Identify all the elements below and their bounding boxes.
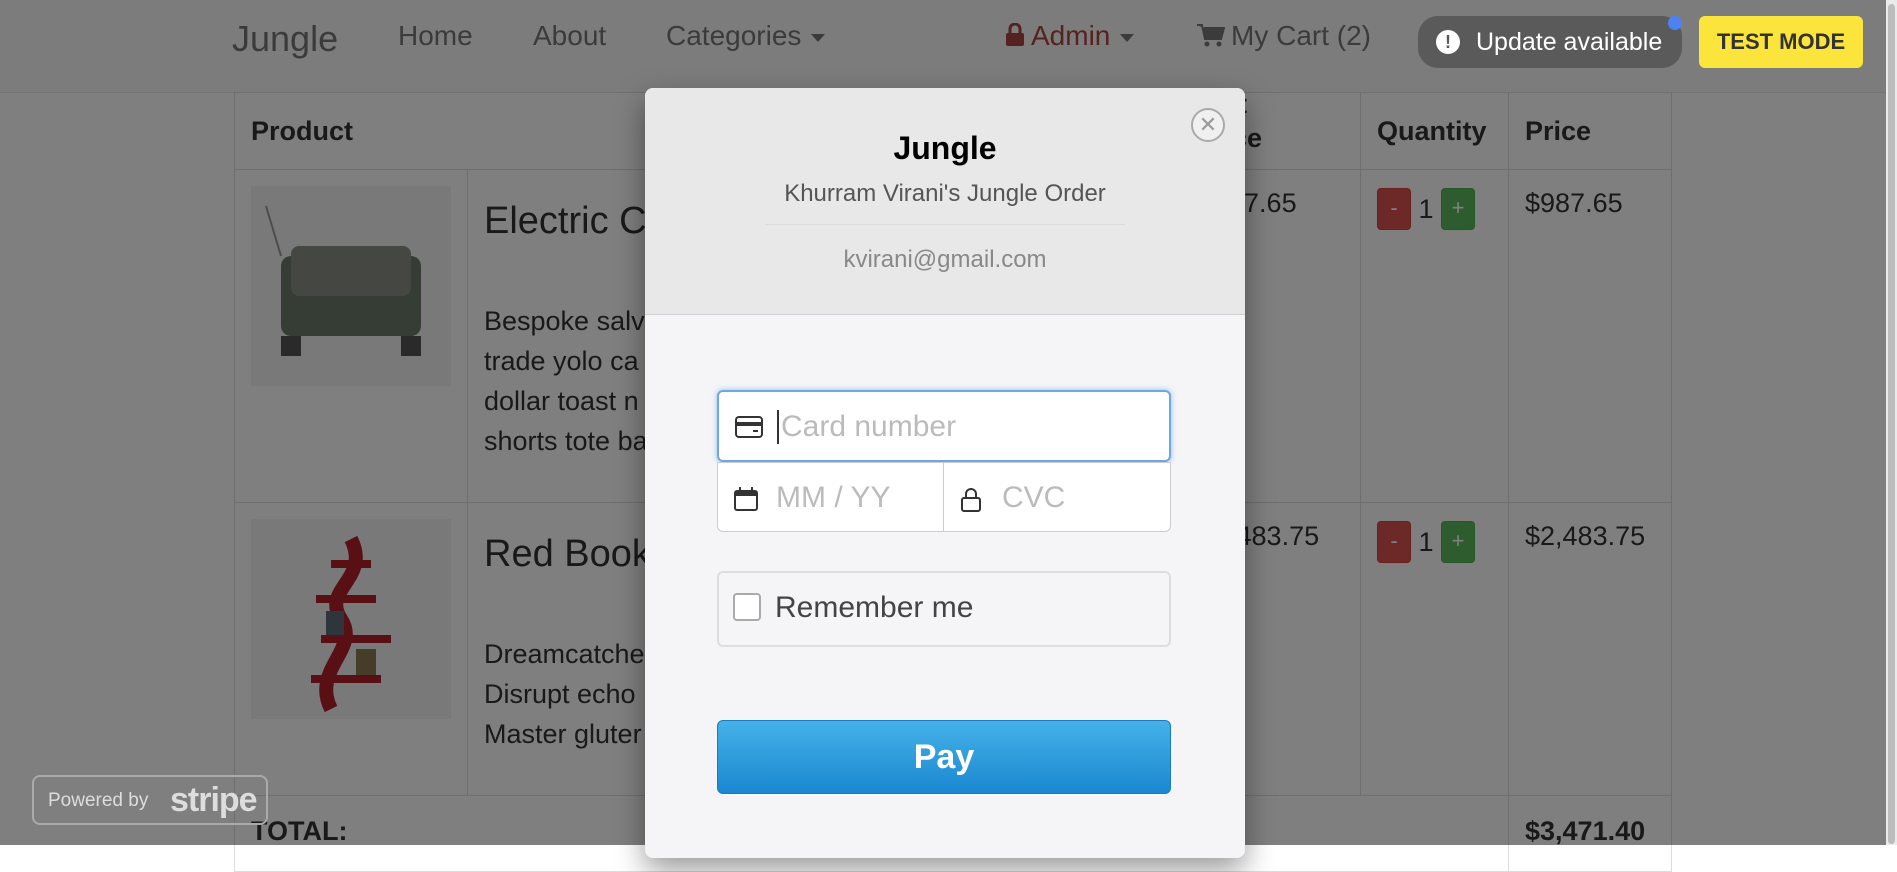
- update-available-button[interactable]: ! Update available: [1418, 16, 1682, 68]
- remember-me-option[interactable]: Remember me: [717, 571, 1171, 647]
- expiry-placeholder: MM / YY: [776, 481, 891, 514]
- stripe-logo: stripe: [170, 781, 258, 819]
- stripe-checkout-modal: ✕ Jungle Khurram Virani's Jungle Order k…: [645, 88, 1245, 858]
- powered-by-stripe-link[interactable]: Powered by stripe: [32, 775, 268, 825]
- checkout-header: ✕ Jungle Khurram Virani's Jungle Order k…: [645, 88, 1245, 315]
- test-mode-badge[interactable]: TEST MODE: [1699, 16, 1863, 68]
- card-number-placeholder: Card number: [777, 410, 956, 444]
- checkout-subtitle: Khurram Virani's Jungle Order: [784, 180, 1106, 207]
- page-scrollbar[interactable]: [1886, 0, 1897, 845]
- card-number-input[interactable]: Card number: [717, 390, 1171, 462]
- expiry-input[interactable]: MM / YY: [717, 462, 944, 532]
- update-available-label: Update available: [1476, 28, 1663, 56]
- checkout-title: Jungle: [893, 130, 997, 166]
- cvc-placeholder: CVC: [1002, 481, 1066, 514]
- remember-me-label: Remember me: [775, 591, 974, 624]
- credit-card-icon: [735, 416, 763, 438]
- remember-me-checkbox[interactable]: [733, 593, 761, 621]
- calendar-icon: [734, 487, 758, 511]
- pay-button[interactable]: Pay: [717, 720, 1171, 794]
- notification-dot: [1668, 16, 1682, 30]
- header-divider: [765, 224, 1125, 225]
- exclamation-icon: !: [1436, 30, 1460, 54]
- powered-by-label: Powered by: [48, 790, 149, 811]
- scrollbar-thumb[interactable]: [1888, 4, 1895, 844]
- checkout-email[interactable]: kvirani@gmail.com: [645, 246, 1245, 274]
- lock-icon: [961, 488, 981, 512]
- cvc-input[interactable]: CVC: [943, 462, 1171, 532]
